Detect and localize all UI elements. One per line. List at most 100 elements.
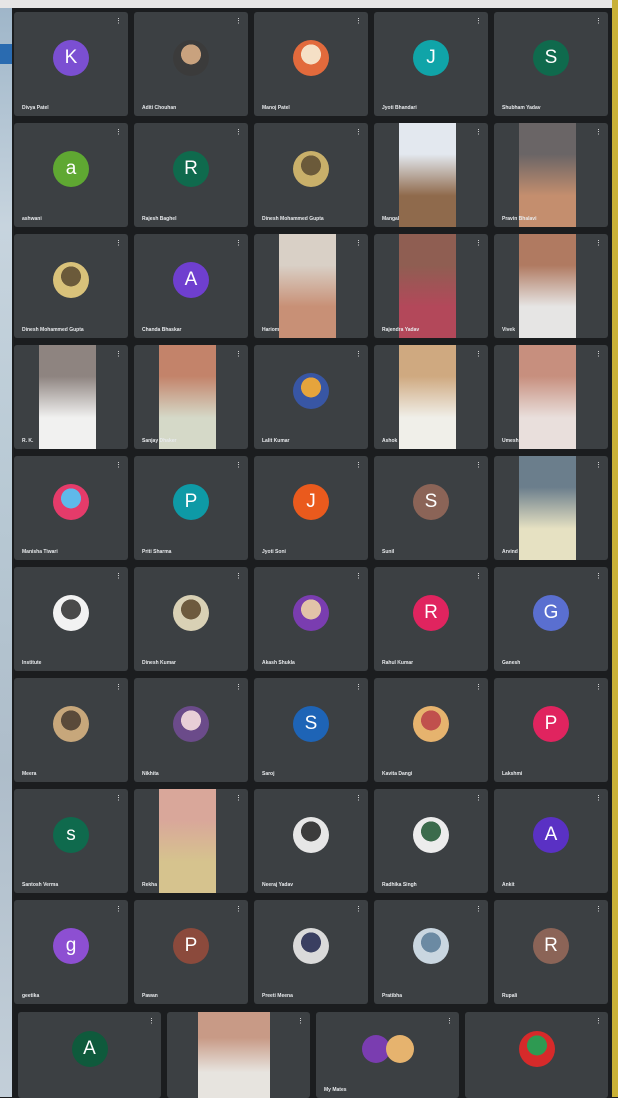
participant-tile[interactable]: ⋮ Mangal — [374, 123, 488, 227]
participant-tile[interactable]: ⋮ K Divya Patel — [14, 12, 128, 116]
participant-tile[interactable]: ⋮ Rajendra Yadav — [374, 234, 488, 338]
avatar-photo — [385, 1035, 414, 1063]
participant-tile[interactable]: ⋮ Umesh — [494, 345, 608, 449]
participant-name: Radhika Singh — [382, 882, 417, 888]
avatar-initial: s — [53, 817, 89, 853]
avatar-photo — [53, 262, 89, 298]
participant-tile[interactable]: ⋮ Vivek — [494, 234, 608, 338]
participant-tile[interactable]: ⋮ g geetika — [14, 900, 128, 1004]
participant-name: Saroj — [262, 771, 275, 777]
participant-grid: ⋮ K Divya Patel ⋮ Aditi Chouhan ⋮ Manoj Patel ⋮… — [14, 12, 612, 1098]
avatar-initial: R — [413, 595, 449, 631]
participant-tile[interactable]: ⋮ Pravin Bhalavi — [494, 123, 608, 227]
video-feed — [519, 345, 576, 449]
participant-tile[interactable]: ⋮ Dinesh Kumar — [134, 567, 248, 671]
mic-muted-icon: ⋮ — [475, 573, 482, 580]
participant-tile[interactable]: ⋮ R. K. — [14, 345, 128, 449]
participant-name: Hariom — [262, 327, 280, 333]
video-feed — [399, 123, 456, 227]
participant-name: Dinesh Kumar — [142, 660, 176, 666]
participant-name: Ankit — [502, 882, 515, 888]
participant-tile[interactable]: ⋮ A Chanda Bhaskar — [134, 234, 248, 338]
participant-tile[interactable]: ⋮ Arvind — [494, 456, 608, 560]
participant-tile[interactable]: ⋮ My Mates — [316, 1012, 459, 1098]
video-feed — [198, 1012, 270, 1098]
participant-tile[interactable]: ⋮ Neeraj Yadav — [254, 789, 368, 893]
mic-muted-icon: ⋮ — [115, 18, 122, 25]
mic-muted-icon: ⋮ — [595, 18, 602, 25]
mic-muted-icon: ⋮ — [235, 351, 242, 358]
participant-tile[interactable]: ⋮ J Jyoti Soni — [254, 456, 368, 560]
participant-name: Kavita Dangi — [382, 771, 413, 777]
mic-muted-icon: ⋮ — [355, 129, 362, 136]
participant-name: Pravin Bhalavi — [502, 216, 537, 222]
participant-tile[interactable]: ⋮ Nikhita — [134, 678, 248, 782]
participant-tile[interactable]: ⋮ R Rupali — [494, 900, 608, 1004]
participant-tile[interactable]: ⋮ R Rajesh Baghel — [134, 123, 248, 227]
participant-tile[interactable]: ⋮ S Shubham Yadav — [494, 12, 608, 116]
avatar-photo — [293, 373, 329, 409]
participant-tile[interactable]: ⋮ Manoj Patel — [254, 12, 368, 116]
mic-muted-icon: ⋮ — [148, 1018, 155, 1025]
participant-name: Vivek — [502, 327, 515, 333]
mic-muted-icon: ⋮ — [595, 1018, 602, 1025]
avatar-photo — [413, 928, 449, 964]
participant-tile[interactable]: ⋮ P Pawan — [134, 900, 248, 1004]
participant-tile[interactable]: ⋮ A Ankit — [494, 789, 608, 893]
participant-tile[interactable]: ⋮ Ashok — [374, 345, 488, 449]
participant-tile[interactable]: ⋮ Preeti Meena — [254, 900, 368, 1004]
mic-muted-icon: ⋮ — [475, 795, 482, 802]
participant-tile[interactable]: ⋮ Dinesh Mohammed Gupta — [14, 234, 128, 338]
participant-tile[interactable]: ⋮ — [167, 1012, 310, 1098]
participant-tile[interactable]: ⋮ S Sunil — [374, 456, 488, 560]
participant-name: Jyoti Soni — [262, 549, 286, 555]
participant-tile[interactable]: ⋮ Sanjay Dhaker — [134, 345, 248, 449]
participant-tile[interactable]: ⋮ Dinesh Mohammed Gupta — [254, 123, 368, 227]
participant-tile[interactable]: ⋮ A — [18, 1012, 161, 1098]
participant-tile[interactable]: ⋮ Hariom — [254, 234, 368, 338]
avatar-initial: S — [293, 706, 329, 742]
participant-tile[interactable]: ⋮ J Jyoti Bhandari — [374, 12, 488, 116]
participant-tile[interactable]: ⋮ P Priti Sharma — [134, 456, 248, 560]
avatar-initial: R — [533, 928, 569, 964]
avatar-photo — [413, 706, 449, 742]
participant-tile[interactable]: ⋮ S Saroj — [254, 678, 368, 782]
mic-muted-icon: ⋮ — [115, 462, 122, 469]
mic-muted-icon: ⋮ — [475, 240, 482, 247]
mic-muted-icon: ⋮ — [475, 351, 482, 358]
participant-tile[interactable]: ⋮ Manisha Tiwari — [14, 456, 128, 560]
participant-tile[interactable]: ⋮ Pratibha — [374, 900, 488, 1004]
video-feed — [279, 234, 336, 338]
mic-muted-icon: ⋮ — [446, 1018, 453, 1025]
mic-muted-icon: ⋮ — [355, 462, 362, 469]
participant-tile[interactable]: ⋮ Institute — [14, 567, 128, 671]
participant-name: geetika — [22, 993, 40, 999]
participant-tile[interactable]: ⋮ Rekha — [134, 789, 248, 893]
participant-tile[interactable]: ⋮ R Rahul Kumar — [374, 567, 488, 671]
participant-name: Institute — [22, 660, 42, 666]
participant-tile[interactable]: ⋮ G Ganesh — [494, 567, 608, 671]
avatar-initial: K — [53, 40, 89, 76]
mic-muted-icon: ⋮ — [235, 129, 242, 136]
participant-name: Dinesh Mohammed Gupta — [22, 327, 84, 333]
avatar-initial: G — [533, 595, 569, 631]
participant-name: Umesh — [502, 438, 519, 444]
participant-tile[interactable]: ⋮ P Lakshmi — [494, 678, 608, 782]
participant-tile[interactable]: ⋮ Radhika Singh — [374, 789, 488, 893]
participant-name: Rekha — [142, 882, 158, 888]
participant-name: Preeti Meena — [262, 993, 293, 999]
participant-tile[interactable]: ⋮ Akash Shukla — [254, 567, 368, 671]
participant-name: Sanjay Dhaker — [142, 438, 177, 444]
participant-tile[interactable]: ⋮ a ashwani — [14, 123, 128, 227]
mic-muted-icon: ⋮ — [355, 351, 362, 358]
participant-name: Manisha Tiwari — [22, 549, 58, 555]
participant-tile[interactable]: ⋮ — [465, 1012, 608, 1098]
participant-name: Arvind — [502, 549, 518, 555]
participant-tile[interactable]: ⋮ s Santosh Verma — [14, 789, 128, 893]
participant-name: Priti Sharma — [142, 549, 172, 555]
participant-tile[interactable]: ⋮ Kavita Dangi — [374, 678, 488, 782]
participant-tile[interactable]: ⋮ Meera — [14, 678, 128, 782]
participant-tile[interactable]: ⋮ Lalit Kumar — [254, 345, 368, 449]
participant-name: Mangal — [382, 216, 400, 222]
participant-tile[interactable]: ⋮ Aditi Chouhan — [134, 12, 248, 116]
